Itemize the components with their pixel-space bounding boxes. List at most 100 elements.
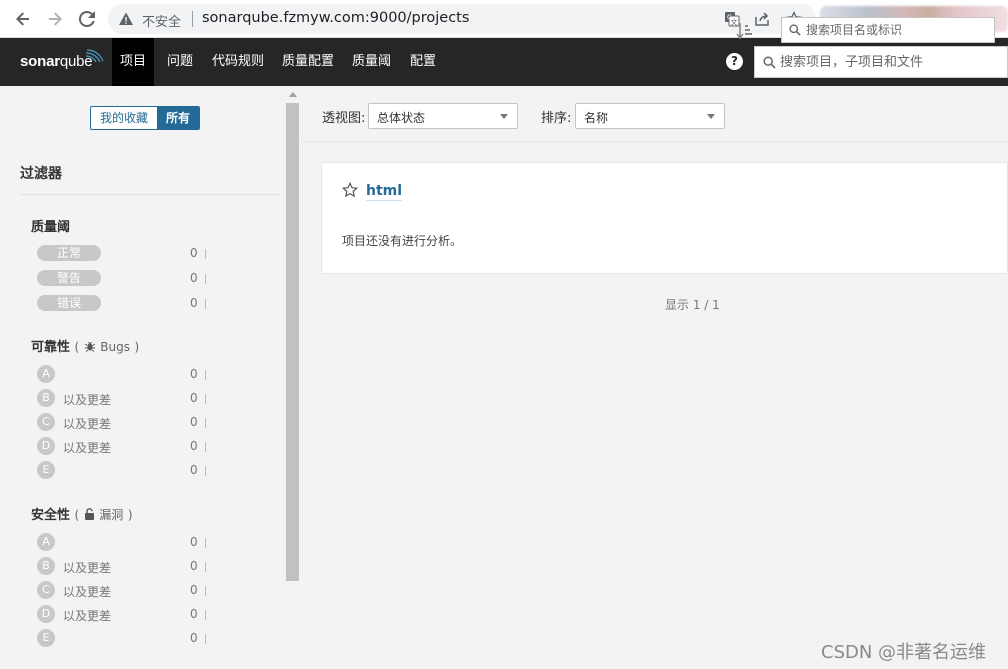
facet-count: 0	[190, 391, 198, 405]
security-grade-e[interactable]: E	[37, 629, 55, 647]
scroll-up-arrow-icon[interactable]	[289, 92, 297, 97]
reliability-grade-b[interactable]: B	[37, 389, 55, 407]
lock-icon	[84, 508, 94, 520]
reliability-grade-a[interactable]: A	[37, 365, 55, 383]
chevron-down-icon	[500, 114, 508, 119]
perspective-select[interactable]: 总体状态	[368, 103, 518, 129]
paren-close: )	[127, 508, 133, 522]
global-search-input[interactable]	[780, 52, 1005, 72]
nav-projects[interactable]: 项目	[112, 38, 155, 86]
warning-icon[interactable]	[118, 11, 134, 27]
url-text[interactable]: sonarqube.fzmyw.com:9000/projects	[202, 10, 469, 26]
reliability-grade-d[interactable]: D	[37, 437, 55, 455]
facet-bar	[205, 538, 206, 548]
grade-label: 以及更差	[63, 585, 112, 599]
sidebar-scrollbar[interactable]	[285, 86, 300, 669]
quality-gate-error-option[interactable]: 错误	[37, 295, 101, 311]
grade-label: 以及更差	[63, 609, 112, 623]
facet-count: 0	[190, 583, 198, 597]
help-icon[interactable]: ?	[726, 53, 743, 70]
sort-select[interactable]: 名称	[575, 103, 725, 129]
paren-open: (	[74, 340, 80, 354]
chevron-down-icon	[707, 114, 715, 119]
bug-icon	[84, 341, 96, 352]
facet-count: 0	[190, 439, 198, 453]
facet-bar	[205, 274, 206, 284]
reload-icon[interactable]	[76, 8, 98, 30]
facet-count: 0	[190, 296, 198, 310]
facet-count: 0	[190, 463, 198, 477]
paren-close: )	[134, 340, 140, 354]
logo-wave-icon	[85, 49, 104, 63]
address-bar[interactable]: 不安全 sonarqube.fzmyw.com:9000/projects 文G	[108, 4, 816, 34]
sort-value: 名称	[584, 111, 609, 125]
svg-text:G: G	[727, 14, 732, 22]
divider	[20, 194, 280, 195]
share-icon[interactable]	[754, 11, 770, 27]
facet-count: 0	[190, 535, 198, 549]
facet-count: 0	[190, 246, 198, 260]
favorites-button[interactable]: 我的收藏	[91, 107, 158, 129]
grade-label: 以及更差	[63, 417, 112, 431]
search-icon	[763, 56, 776, 69]
facet-bar	[205, 299, 206, 309]
project-search[interactable]	[781, 17, 995, 43]
back-arrow-icon[interactable]	[12, 8, 34, 30]
project-name-link[interactable]: html	[366, 183, 403, 201]
grade-label: 以及更差	[63, 393, 112, 407]
projects-toolbar: 透视图: 总体状态 排序: 名称	[301, 86, 1008, 142]
project-search-input[interactable]	[806, 21, 991, 39]
filters-sidebar: 我的收藏 所有 过滤器 质量阈 正常 0 警告 0 错误 0 可靠性 ( Bug…	[0, 86, 300, 669]
facet-count: 0	[190, 631, 198, 645]
watermark: CSDN @非著名运维	[821, 642, 987, 663]
favorite-star-icon[interactable]	[342, 182, 358, 198]
nav-quality-profiles[interactable]: 质量配置	[274, 38, 342, 86]
facet-count: 0	[190, 415, 198, 429]
security-facet-title[interactable]: 安全性 ( 漏洞 )	[31, 504, 133, 523]
facet-count: 0	[190, 559, 198, 573]
security-grade-b[interactable]: B	[37, 557, 55, 575]
top-navigation: sonarqube 项目 问题 代码规则 质量配置 质量阈 配置 ?	[0, 38, 1008, 86]
scrollbar-thumb[interactable]	[286, 103, 299, 581]
quality-gate-facet-title[interactable]: 质量阈	[31, 216, 70, 235]
quality-gate-ok-option[interactable]: 正常	[37, 245, 101, 261]
nav-rules[interactable]: 代码规则	[204, 38, 272, 86]
sort-direction-icon[interactable]	[736, 22, 754, 40]
facet-bar	[205, 466, 206, 476]
facet-bar	[205, 249, 206, 259]
security-title: 安全性	[31, 508, 71, 523]
facet-bar	[205, 562, 206, 572]
reliability-grade-c[interactable]: C	[37, 413, 55, 431]
nav-administration[interactable]: 配置	[402, 38, 444, 86]
project-not-analyzed-message: 项目还没有进行分析。	[342, 234, 463, 248]
vulnerabilities-label: 漏洞	[99, 508, 124, 522]
perspective-value: 总体状态	[377, 111, 426, 125]
facet-bar	[205, 394, 206, 404]
logo-text-bold: sonar	[20, 53, 60, 70]
reliability-facet-title[interactable]: 可靠性 ( Bugs )	[31, 336, 139, 355]
facet-count: 0	[190, 607, 198, 621]
grade-label: 以及更差	[63, 561, 112, 575]
search-icon	[789, 24, 801, 36]
facet-bar	[205, 634, 206, 644]
reliability-grade-e[interactable]: E	[37, 461, 55, 479]
security-grade-c[interactable]: C	[37, 581, 55, 599]
filters-heading: 过滤器	[20, 166, 62, 182]
nav-quality-gates[interactable]: 质量阈	[344, 38, 399, 86]
global-search[interactable]	[754, 46, 1008, 78]
facet-bar	[205, 586, 206, 596]
project-card: html 项目还没有进行分析。	[321, 162, 1008, 274]
quality-gate-warn-option[interactable]: 警告	[37, 270, 101, 286]
facet-bar	[205, 370, 206, 380]
facet-count: 0	[190, 367, 198, 381]
sonarqube-logo[interactable]: sonarqube	[20, 53, 93, 70]
paren-open: (	[74, 508, 80, 522]
facet-bar	[205, 442, 206, 452]
security-grade-d[interactable]: D	[37, 605, 55, 623]
forward-arrow-icon[interactable]	[44, 8, 66, 30]
pagination-summary: 显示 1 / 1	[665, 298, 720, 312]
security-grade-a[interactable]: A	[37, 533, 55, 551]
nav-issues[interactable]: 问题	[159, 38, 201, 86]
all-button[interactable]: 所有	[157, 107, 200, 129]
reliability-title: 可靠性	[31, 340, 71, 355]
